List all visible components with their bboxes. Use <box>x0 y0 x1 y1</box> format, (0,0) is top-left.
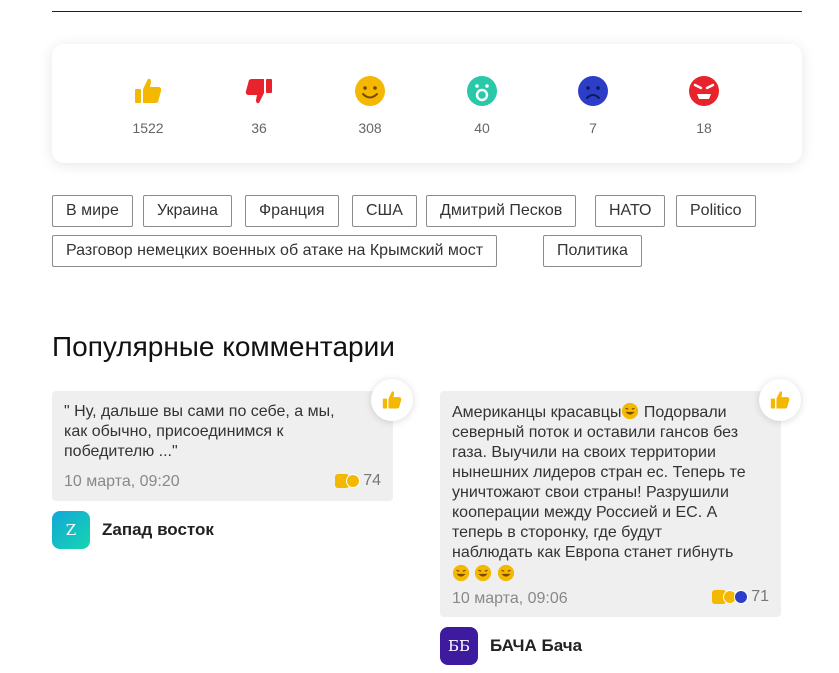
comment-reactions-1[interactable]: 74 <box>335 472 381 490</box>
popular-comments-title: Популярные комментарии <box>52 331 395 362</box>
comment-line: кооперации между Россией и ЕС. А <box>452 504 718 521</box>
comment-line-text: Подорвали <box>643 404 727 421</box>
reaction-sad-count: 7 <box>589 120 597 136</box>
angry-face-icon <box>689 76 719 106</box>
sad-face-icon <box>578 76 608 106</box>
smile-face-icon <box>355 76 385 106</box>
tag-francia[interactable]: Франция <box>245 195 339 227</box>
tag-nato[interactable]: НАТО <box>595 195 666 227</box>
comment-date-2: 10 марта, 09:06 <box>452 590 568 607</box>
author-name: Zапад восток <box>102 520 214 539</box>
thumbs-up-icon <box>382 391 402 409</box>
author-name: БАЧА Бача <box>490 636 583 655</box>
reactions-panel: 1522 36 308 40 7 18 <box>52 44 802 163</box>
tag-politico[interactable]: Politico <box>676 195 756 227</box>
comment-author-1[interactable]: Z Zапад восток <box>52 511 214 549</box>
reaction-surprise-count: 40 <box>474 120 490 136</box>
surprised-face-icon <box>467 76 497 106</box>
reaction-dislike-count: 36 <box>251 120 267 136</box>
reaction-dislike[interactable]: 36 <box>229 74 289 136</box>
comment-line: уничтожают свои страны! Разрушили <box>452 484 729 501</box>
comment-date-1: 10 марта, 09:20 <box>64 473 180 490</box>
comment-text-1: " Ну, дальше вы сами по себе, а мы, как … <box>64 402 335 462</box>
comment-author-2[interactable]: ББ БАЧА Бача <box>440 627 582 665</box>
smile-face-icon <box>346 474 361 488</box>
comment-line: теперь в сторонку, где будут <box>452 524 663 541</box>
comment-line: газа. Выучили на своих территории <box>452 444 716 461</box>
thumbs-up-icon <box>770 391 790 409</box>
comment-text-2: Американцы красавцы Подорвали северный п… <box>452 402 746 585</box>
comment-line: Американцы красавцы Подорвали <box>452 402 746 423</box>
laughing-emoji-icon <box>475 564 492 582</box>
tag-ukraina[interactable]: Украина <box>143 195 232 227</box>
comment-line: нынешних лидеров стран ес. Теперь те <box>452 464 746 481</box>
comment-reaction-count-1: 74 <box>363 472 381 489</box>
top-divider <box>52 11 802 12</box>
comment-line: " Ну, дальше вы сами по себе, а мы, <box>64 403 335 420</box>
thumbs-down-icon <box>245 79 272 104</box>
laughing-emoji-icon <box>452 564 470 582</box>
laughing-emoji-icon <box>622 402 639 420</box>
reaction-like-count: 1522 <box>132 120 164 136</box>
tag-politika[interactable]: Политика <box>543 235 642 267</box>
reaction-sad[interactable]: 7 <box>563 74 623 136</box>
comment-line: победителю ..." <box>64 443 178 460</box>
reaction-smile-count: 308 <box>358 120 382 136</box>
reaction-surprise[interactable]: 40 <box>452 74 512 136</box>
comment-line: северный поток и оставили гансов без <box>452 424 739 441</box>
tag-krymsky-most[interactable]: Разговор немецких военных об атаке на Кр… <box>52 235 498 267</box>
comment-like-button-2[interactable] <box>759 379 801 421</box>
comment-card-1: " Ну, дальше вы сами по себе, а мы, как … <box>52 391 393 501</box>
tag-peskov[interactable]: Дмитрий Песков <box>426 195 577 227</box>
comment-card-2: Американцы красавцы Подорвали северный п… <box>440 391 781 617</box>
comment-reactions-2[interactable]: 71 <box>712 588 769 606</box>
sad-face-icon <box>734 590 749 604</box>
comment-line: как обычно, присоединимся к <box>64 423 284 440</box>
laughing-emoji-icon <box>497 564 515 582</box>
reaction-like[interactable]: 1522 <box>118 74 178 136</box>
comment-like-button-1[interactable] <box>371 379 413 421</box>
reaction-angry-count: 18 <box>696 120 712 136</box>
reaction-smile[interactable]: 308 <box>340 74 400 136</box>
reaction-angry[interactable]: 18 <box>674 74 734 136</box>
comment-reaction-count-2: 71 <box>751 588 769 605</box>
comment-line: наблюдать как Европа станет гибнуть <box>452 544 734 561</box>
emoji-line <box>452 564 746 585</box>
comment-line-text: Американцы красавцы <box>452 404 622 421</box>
avatar: ББ <box>440 627 478 665</box>
avatar: Z <box>52 511 90 549</box>
tag-ssha[interactable]: США <box>352 195 417 227</box>
thumbs-up-icon <box>135 78 162 103</box>
tag-v-mire[interactable]: В мире <box>52 195 133 227</box>
